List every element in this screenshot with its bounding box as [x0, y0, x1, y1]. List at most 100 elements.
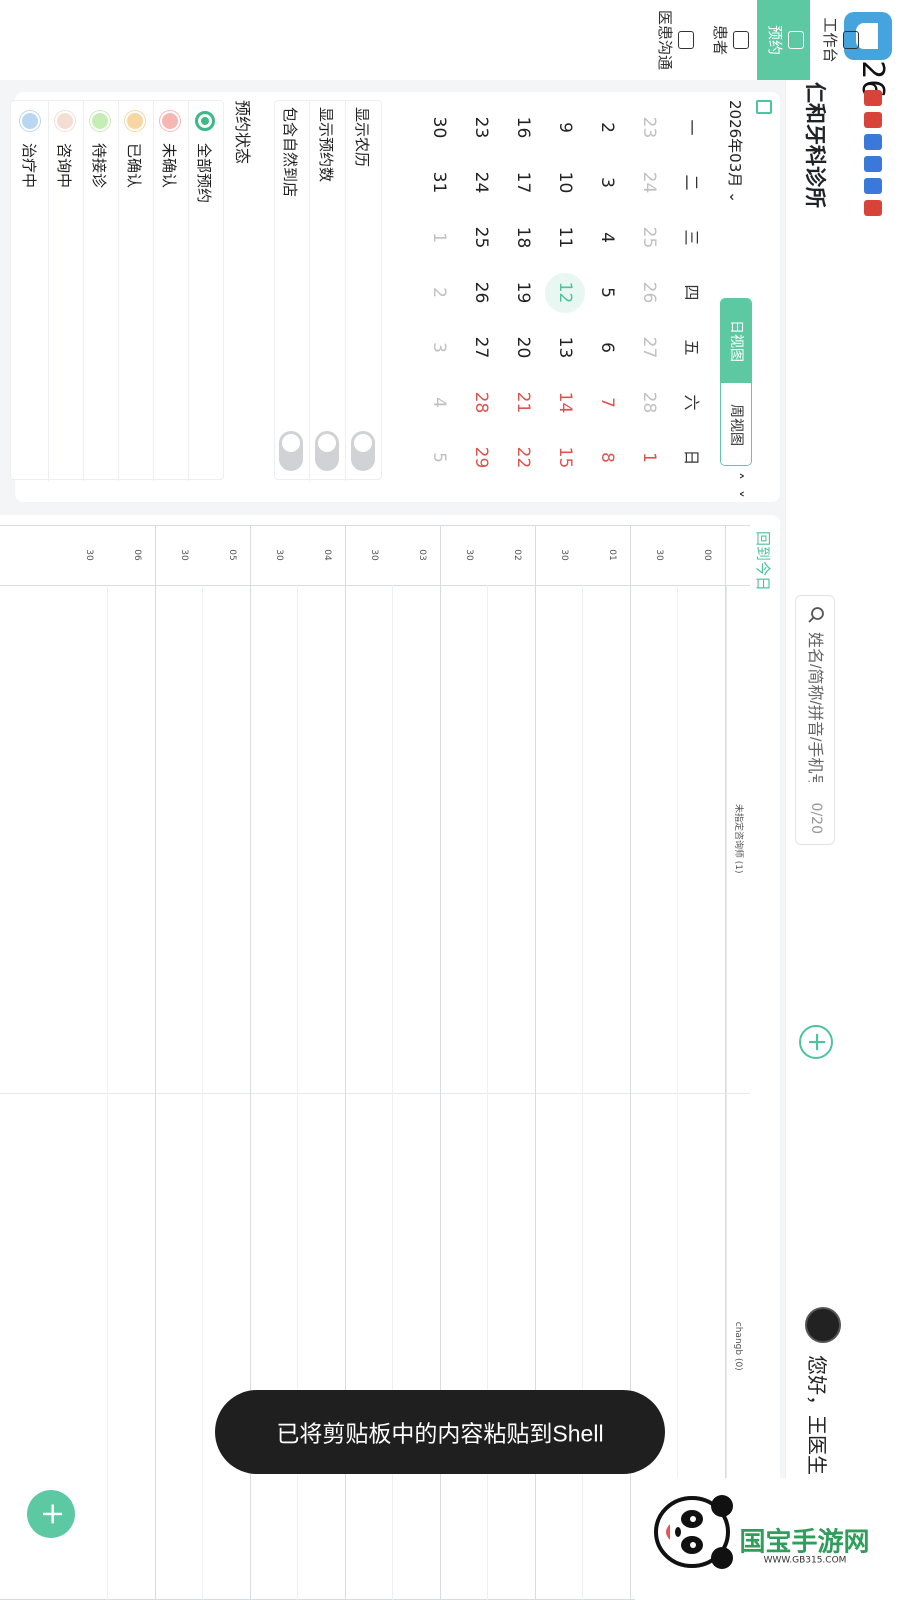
back-to-today-link[interactable]: 回到今日	[753, 531, 774, 591]
sidebar-toggle-icon[interactable]	[756, 100, 772, 114]
calendar-day[interactable]: 20	[502, 320, 544, 375]
staff-column-header: 未指定咨询师 (1)	[726, 585, 750, 1093]
calendar-day[interactable]: 13	[544, 320, 586, 375]
calendar-day[interactable]: 19	[502, 265, 544, 320]
walk-in-toggle[interactable]	[279, 431, 303, 471]
calendar-day-number: 23	[471, 116, 491, 139]
calendar-day[interactable]: 23	[460, 100, 502, 155]
calendar-day[interactable]: 3	[418, 320, 460, 375]
hour-label: 03	[417, 549, 427, 561]
add-appointment-button[interactable]: +	[27, 1490, 75, 1538]
calendar-day[interactable]: 22	[502, 430, 544, 485]
calendar-day[interactable]: 27	[628, 320, 670, 375]
calendar-day[interactable]: 30	[418, 100, 460, 155]
status-all[interactable]: 全部预约	[188, 101, 223, 481]
calendar-day[interactable]: 15	[544, 430, 586, 485]
calendar-icon	[788, 31, 804, 49]
calendar-day[interactable]: 23	[628, 100, 670, 155]
calendar-day-number: 17	[513, 171, 533, 194]
calendar-day[interactable]: 14	[544, 375, 586, 430]
calendar-day[interactable]: 7	[586, 375, 628, 430]
hour-label: 02	[512, 549, 522, 561]
status-waiting[interactable]: 待接诊	[83, 101, 118, 481]
calendar-day[interactable]: 8	[586, 430, 628, 485]
plus-circle-icon[interactable]: +	[799, 1025, 833, 1059]
calendar-day[interactable]: 4	[586, 210, 628, 265]
calendar-day[interactable]: 24	[628, 155, 670, 210]
calendar-day[interactable]: 11	[544, 210, 586, 265]
radio-icon	[55, 111, 75, 131]
nav-item-patients[interactable]: 患者	[702, 0, 755, 80]
calendar-day[interactable]: 21	[502, 375, 544, 430]
calendar-day[interactable]: 31	[418, 155, 460, 210]
patient-search[interactable]: 0/20	[795, 595, 835, 845]
calendar-day[interactable]: 9	[544, 100, 586, 155]
calendar-day-number: 1	[429, 232, 449, 243]
status-consulting[interactable]: 咨询中	[48, 101, 83, 481]
weekday-label: 二	[682, 174, 701, 191]
status-confirmed[interactable]: 已确认	[118, 101, 153, 481]
calendar-day[interactable]: 28	[628, 375, 670, 430]
avatar[interactable]	[805, 1307, 841, 1343]
calendar-day[interactable]: 29	[460, 430, 502, 485]
radio-icon	[195, 111, 215, 131]
calendar-day[interactable]: 25	[628, 210, 670, 265]
half-hour-label: 30	[464, 549, 475, 561]
prev-month-icon[interactable]: ˄	[727, 472, 746, 490]
calendar-day[interactable]: 2	[418, 265, 460, 320]
calendar-day[interactable]: 1	[628, 430, 670, 485]
calendar-day[interactable]: 26	[460, 265, 502, 320]
calendar-day-number: 27	[639, 336, 659, 359]
calendar-day-number: 11	[555, 226, 575, 249]
calendar-day[interactable]: 16	[502, 100, 544, 155]
calendar-day[interactable]: 24	[460, 155, 502, 210]
calendar-day-number: 23	[639, 116, 659, 139]
calendar-day-number: 12	[545, 272, 585, 313]
calendar-day[interactable]: 25	[460, 210, 502, 265]
status-treating[interactable]: 治疗中	[13, 101, 48, 481]
nav-item-communication[interactable]: 医患沟通	[647, 0, 700, 80]
calendar-day-number: 8	[597, 452, 617, 463]
next-month-icon[interactable]: ˅	[727, 490, 746, 508]
calendar-month-selector[interactable]: 2026年03月 ⌄	[725, 100, 746, 203]
calendar-day[interactable]: 28	[460, 375, 502, 430]
weekday-label: 五	[682, 339, 701, 356]
monitor-icon	[843, 31, 859, 49]
calendar-day[interactable]: 18	[502, 210, 544, 265]
watermark-url: WWW.GB315.COM	[763, 1555, 847, 1566]
status-unconfirmed[interactable]: 未确认	[153, 101, 188, 481]
calendar-day[interactable]: 26	[628, 265, 670, 320]
user-greeting: 您好，王医生	[805, 1355, 829, 1475]
calendar-day-number: 15	[555, 446, 575, 469]
day-view-button[interactable]: 日视图	[721, 299, 751, 383]
search-input[interactable]	[802, 632, 826, 782]
half-hour-divider	[677, 585, 679, 1600]
status-label: 未确认	[160, 143, 178, 189]
count-toggle[interactable]	[315, 431, 339, 471]
calendar-day[interactable]: 27	[460, 320, 502, 375]
calendar-day[interactable]: 2	[586, 100, 628, 155]
calendar-day[interactable]: 4	[418, 375, 460, 430]
calendar-day[interactable]: 12	[544, 265, 586, 320]
nav-item-appointment[interactable]: 预约	[757, 0, 810, 80]
calendar-day-number: 22	[513, 446, 533, 469]
calendar-week-row: 30 31 1 2 3 4 5	[418, 100, 460, 490]
radio-icon	[20, 111, 40, 131]
calendar-day[interactable]: 6	[586, 320, 628, 375]
calendar-day[interactable]: 17	[502, 155, 544, 210]
calendar-day-number: 10	[555, 171, 575, 194]
option-show-count: 显示预约数	[309, 101, 345, 481]
status-bar: 11:26 •••	[845, 0, 900, 1600]
calendar-day[interactable]: 1	[418, 210, 460, 265]
calendar-week-row: 16 17 18 19 20 21 22	[502, 100, 544, 490]
lunar-toggle[interactable]	[351, 431, 375, 471]
calendar-day[interactable]: 3	[586, 155, 628, 210]
calendar-day[interactable]: 5	[586, 265, 628, 320]
nav-item-workbench[interactable]: 工作台	[812, 0, 865, 80]
calendar-day[interactable]: 5	[418, 430, 460, 485]
half-hour-label: 30	[274, 549, 285, 561]
notification-icon	[864, 200, 882, 216]
week-view-button[interactable]: 周视图	[721, 383, 751, 466]
half-hour-divider	[107, 585, 109, 1600]
calendar-day[interactable]: 10	[544, 155, 586, 210]
